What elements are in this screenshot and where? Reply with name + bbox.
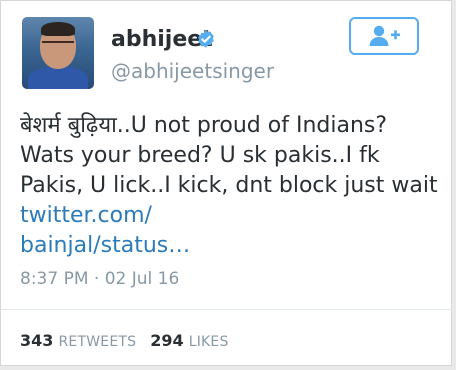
tweet-text: बेशर्म बुढ़िया..U not proud of Indians? … (20, 111, 445, 261)
likes-stat[interactable]: 294 LIKES (150, 331, 228, 350)
tweet-stats: 343 RETWEETS 294 LIKES (20, 331, 243, 350)
retweets-count: 343 (20, 331, 54, 350)
likes-count: 294 (150, 331, 184, 350)
verified-badge-icon (198, 30, 214, 48)
tweet-timestamp[interactable]: 8:37 PM · 02 Jul 16 (20, 269, 179, 289)
avatar-shirt (28, 67, 88, 89)
avatar-hair (41, 22, 75, 36)
tweet-link[interactable]: twitter.com/ bainjal/status… (20, 203, 190, 258)
retweets-label: RETWEETS (58, 334, 137, 350)
person-add-icon (369, 25, 400, 46)
tweet-card: abhijeet @abhijeetsinger बेशर्म बुढ़िया.… (0, 0, 453, 366)
likes-label: LIKES (188, 334, 229, 350)
avatar-glasses (42, 41, 74, 51)
avatar[interactable] (22, 17, 94, 89)
divider (1, 309, 453, 310)
follow-button[interactable] (349, 17, 419, 55)
user-handle[interactable]: @abhijeetsinger (111, 59, 274, 83)
retweets-stat[interactable]: 343 RETWEETS (20, 331, 136, 350)
tweet-body: बेशर्म बुढ़िया..U not proud of Indians? … (20, 113, 445, 198)
